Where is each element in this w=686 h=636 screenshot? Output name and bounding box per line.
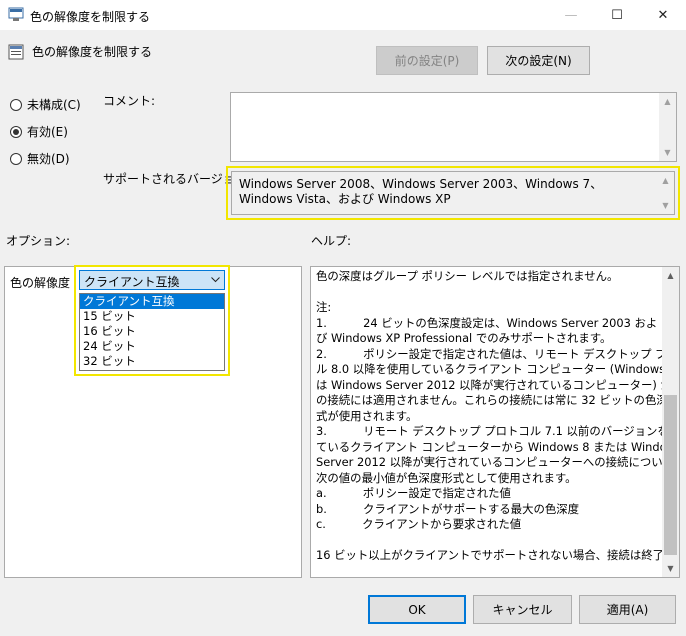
help-text: 色の深度はグループ ポリシー レベルでは指定されません。 注: 1. 24 ビットの… (316, 269, 680, 564)
help-line (316, 533, 656, 549)
color-depth-selected-value: クライアント互換 (84, 275, 180, 289)
dropdown-option-24bit[interactable]: 24 ビット (80, 339, 224, 354)
help-line (316, 285, 656, 301)
help-panel: 色の深度はグループ ポリシー レベルでは指定されません。 注: 1. 24 ビットの… (310, 266, 680, 578)
maximize-button[interactable]: ☐ (594, 0, 640, 30)
color-depth-highlight: クライアント互換 クライアント互換 15 ビット 16 ビット 24 ビット 3… (74, 265, 230, 376)
help-line: 16 ビット以上がクライアントでサポートされない場合、接続は終了します。 (316, 548, 680, 562)
color-depth-label: 色の解像度 (10, 276, 71, 290)
radio-enabled[interactable]: 有効(E) (10, 123, 68, 140)
help-line: び Windows XP Professional でのみサポートされます。 (316, 331, 612, 345)
help-line: 式が使用されます。 (316, 408, 418, 423)
comment-label: コメント: (103, 94, 156, 108)
dropdown-option-16bit[interactable]: 16 ビット (80, 324, 224, 339)
help-scrollbar[interactable]: ▲ ▼ (662, 267, 679, 577)
help-line: は Windows Server 2012 以降が実行されているコンピューター)… (316, 377, 680, 392)
comment-input[interactable]: ▲ ▼ (230, 92, 677, 162)
radio-label: 有効(E) (27, 125, 68, 139)
minimize-button[interactable]: — (548, 0, 594, 30)
scroll-thumb[interactable] (664, 395, 677, 555)
radio-not-configured[interactable]: 未構成(C) (10, 96, 81, 113)
help-line: 2. ポリシー設定で指定された値は、リモート デスクトップ プロトコ (316, 346, 680, 361)
help-line: 色の深度はグループ ポリシー レベルでは指定されません。 (316, 269, 619, 283)
radio-circle (10, 125, 22, 138)
minimize-icon: — (564, 7, 578, 23)
policy-setting-icon (8, 44, 24, 60)
apply-button[interactable]: 適用(A) (579, 595, 676, 624)
ok-button[interactable]: OK (368, 595, 466, 624)
maximize-icon: ☐ (611, 7, 623, 23)
radio-dot (13, 128, 19, 135)
help-line: b. クライアントがサポートする最大の色深度 (316, 501, 580, 516)
help-line: 注: (316, 300, 332, 314)
radio-label: 無効(D) (27, 152, 70, 166)
help-header: ヘルプ: (311, 234, 352, 248)
policy-name: 色の解像度を制限する (32, 45, 153, 59)
supported-box: Windows Server 2008、Windows Server 2003、… (231, 171, 675, 215)
radio-label: 未構成(C) (27, 98, 81, 112)
radio-circle (10, 152, 22, 165)
policy-window-icon (8, 7, 24, 21)
help-line: c. クライアントから要求された値 (316, 517, 522, 531)
dropdown-option-client-compatible[interactable]: クライアント互換 (80, 294, 224, 309)
help-line: 次の値の最小値が色深度形式として使用されます。 (316, 470, 577, 485)
supported-scrollbar[interactable]: ▲ ▼ (657, 172, 674, 214)
window-title: 色の解像度を制限する (30, 10, 151, 24)
radio-disabled[interactable]: 無効(D) (10, 150, 70, 167)
supported-text: Windows Server 2008、Windows Server 2003、… (239, 177, 603, 206)
help-line: の接続には適用されません。これらの接続には常に 32 ビットの色深度形 (316, 393, 680, 407)
options-header: オプション: (6, 234, 71, 248)
prev-setting-button[interactable]: 前の設定(P) (376, 46, 478, 75)
chevron-down-icon[interactable] (211, 277, 220, 283)
color-depth-select[interactable]: クライアント互換 (79, 270, 225, 290)
help-line: 1. 24 ビットの色深度設定は、Windows Server 2003 およ (316, 315, 658, 330)
scroll-up-icon[interactable]: ▲ (657, 172, 674, 189)
radio-circle (10, 98, 22, 111)
help-line: ているクライアント コンピューターから Windows 8 または Window… (316, 439, 680, 454)
title-bar: 色の解像度を制限する — ☐ ✕ (0, 0, 686, 30)
close-button[interactable]: ✕ (640, 0, 686, 30)
cancel-button[interactable]: キャンセル (473, 595, 572, 624)
comment-scrollbar[interactable]: ▲ ▼ (659, 93, 676, 161)
supported-highlight: Windows Server 2008、Windows Server 2003、… (226, 166, 680, 220)
help-line: a. ポリシー設定で指定された値 (316, 486, 511, 500)
scroll-down-icon[interactable]: ▼ (657, 197, 674, 214)
scroll-down-icon[interactable]: ▼ (659, 144, 676, 161)
close-icon: ✕ (657, 7, 669, 23)
scroll-down-icon[interactable]: ▼ (662, 560, 679, 577)
help-line: ル 8.0 以降を使用しているクライアント コンピューター (Windows 8… (316, 362, 680, 376)
next-setting-button[interactable]: 次の設定(N) (487, 46, 590, 75)
color-depth-dropdown-list: クライアント互換 15 ビット 16 ビット 24 ビット 32 ビット (79, 293, 225, 371)
help-line: 3. リモート デスクトップ プロトコル 7.1 以前のバージョンを使用し (316, 424, 680, 438)
scroll-up-icon[interactable]: ▲ (662, 267, 679, 284)
help-line: Server 2012 以降が実行されているコンピューターへの接続については、 (316, 455, 680, 469)
scroll-up-icon[interactable]: ▲ (659, 93, 676, 110)
dropdown-option-15bit[interactable]: 15 ビット (80, 309, 224, 324)
dropdown-option-32bit[interactable]: 32 ビット (80, 354, 224, 369)
